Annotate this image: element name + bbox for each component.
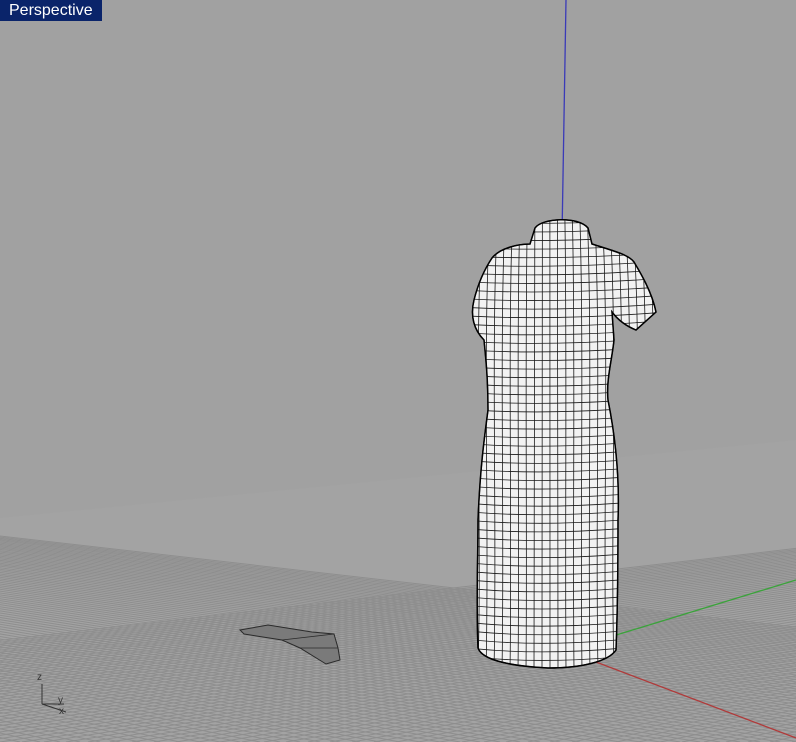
viewport-canvas[interactable]: z y x bbox=[0, 0, 796, 742]
z-axis-line bbox=[561, 0, 567, 237]
construction-plane-grid bbox=[0, 440, 796, 742]
axis-widget-label-y: y bbox=[58, 695, 63, 706]
perspective-viewport[interactable]: Perspective z y x bbox=[0, 0, 796, 742]
axis-widget-label-z: z bbox=[37, 672, 42, 683]
axis-widget-label-x: x bbox=[59, 706, 64, 717]
viewport-title-tab[interactable]: Perspective bbox=[0, 0, 102, 21]
